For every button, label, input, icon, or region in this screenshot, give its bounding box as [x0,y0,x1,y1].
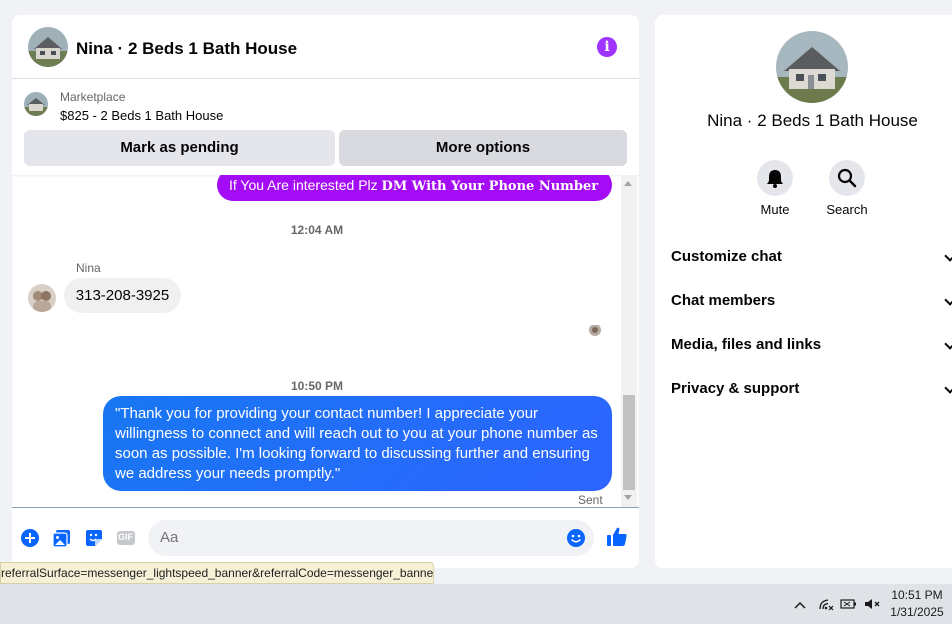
menu-customize-chat[interactable]: Customize chat [671,245,952,269]
taskbar: 10:51 PM 1/31/2025 [0,584,952,624]
more-options-button[interactable]: More options [339,130,627,166]
volume-muted-icon[interactable] [864,597,882,614]
marketplace-strip: Marketplace $825 - 2 Beds 1 Bath House M… [12,80,639,175]
read-receipt-avatar [589,324,601,336]
message-bubble-outgoing[interactable]: If You Are interested Plz DM With Your P… [217,175,612,201]
person-photo [28,284,56,312]
message-input[interactable] [148,520,594,556]
contact-avatar-large[interactable] [776,31,848,103]
menu-chat-members[interactable]: Chat members [671,289,952,313]
scroll-down-arrow-icon[interactable] [624,495,632,500]
menu-label: Customize chat [671,248,782,265]
house-photo [28,27,68,67]
search-action[interactable]: Search [817,160,877,217]
chat-header: Nina · 2 Beds 1 Bath House i [12,15,639,79]
message-bubble-outgoing[interactable]: "Thank you for providing your contact nu… [103,396,612,491]
receipt-photo [589,325,601,336]
message-bubble-incoming[interactable]: 313-208-3925 [64,278,181,313]
emoji-icon[interactable] [566,528,586,548]
listing-price[interactable]: $825 - 2 Beds 1 Bath House [60,108,223,123]
details-panel: Nina · 2 Beds 1 Bath House Mute Search C… [655,15,952,568]
composer: GIF [12,515,639,568]
battery-icon[interactable] [840,597,858,614]
chat-panel: Nina · 2 Beds 1 Bath House i Marketplace… [12,15,639,568]
contact-name: Nina · 2 Beds 1 Bath House [707,111,918,130]
house-thumb-icon [24,92,48,116]
sender-avatar[interactable] [28,284,56,312]
gif-icon[interactable]: GIF [116,528,136,548]
sender-name: Nina [76,261,101,275]
marketplace-label: Marketplace [60,90,126,104]
clock-time: 10:51 PM [891,588,943,602]
menu-label: Chat members [671,292,776,309]
scroll-up-arrow-icon[interactable] [624,181,632,186]
mark-pending-button[interactable]: Mark as pending [24,130,335,166]
menu-privacy-support[interactable]: Privacy & support [671,377,952,401]
house-photo [776,31,848,103]
photo-icon[interactable] [52,528,72,548]
menu-label: Media, files and links [671,336,822,353]
system-clock[interactable]: 10:51 PM 1/31/2025 [884,587,950,621]
mute-button[interactable] [757,160,793,196]
status-url-tooltip: referralSurface=messenger_lightspeed_ban… [0,562,434,584]
listing-thumbnail[interactable] [24,92,48,116]
menu-media-files-links[interactable]: Media, files and links [671,333,952,357]
chevron-up-icon[interactable] [793,597,807,613]
contact-avatar[interactable] [28,27,68,67]
info-icon[interactable]: i [597,37,617,57]
message-timestamp: 10:50 PM [290,379,344,393]
clock-date: 1/31/2025 [890,605,944,619]
message-text: If You Are interested Plz [229,177,382,193]
menu-label: Privacy & support [671,380,800,397]
search-label: Search [826,202,868,217]
sticker-icon[interactable] [84,528,104,548]
message-list[interactable]: If You Are interested Plz DM With Your P… [12,175,639,508]
message-text-bold: DM With Your Phone Number [381,179,599,194]
bell-icon [767,170,783,188]
search-button[interactable] [829,160,865,196]
scroll-thumb[interactable] [623,395,635,490]
message-scrollbar[interactable] [621,175,637,507]
gif-label: GIF [118,532,133,542]
mute-action[interactable]: Mute [745,160,805,217]
search-icon [837,168,857,188]
plus-icon[interactable] [20,528,40,548]
message-timestamp: 12:04 AM [290,223,344,237]
wifi-icon[interactable] [818,597,834,614]
like-icon[interactable] [606,526,628,548]
message-status: Sent [578,493,603,507]
mute-label: Mute [760,202,790,217]
chat-title[interactable]: Nina · 2 Beds 1 Bath House [76,39,297,59]
